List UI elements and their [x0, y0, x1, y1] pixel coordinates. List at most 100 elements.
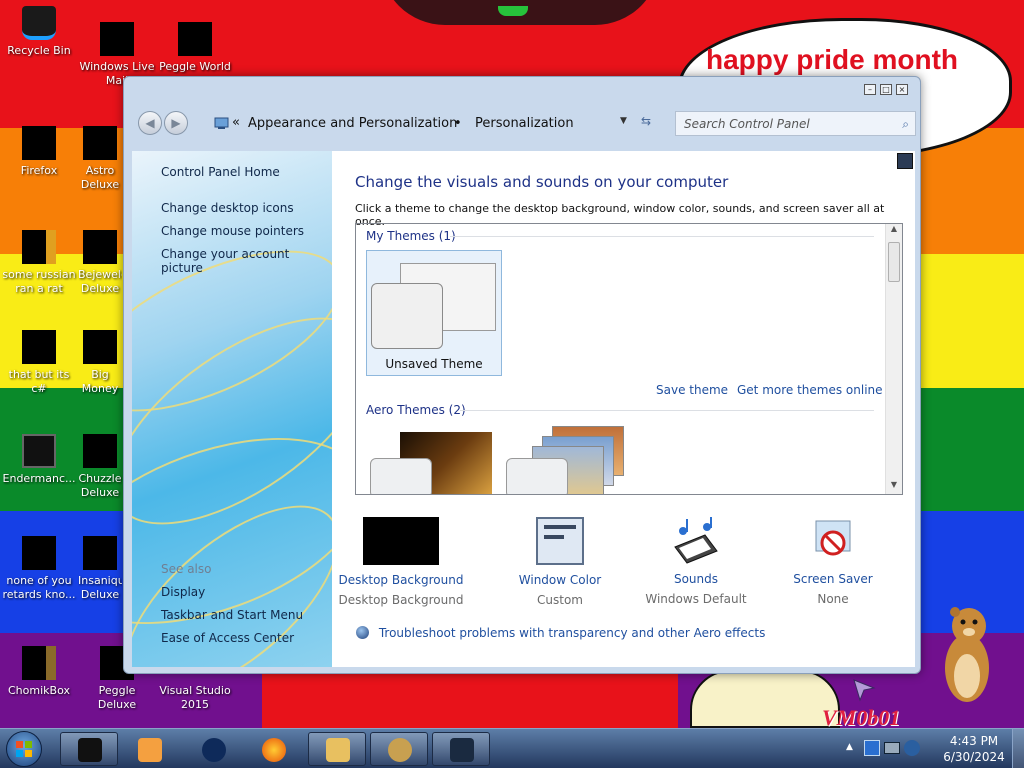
search-placeholder: Search Control Panel	[684, 117, 810, 131]
scroll-up-icon[interactable]: ▲	[886, 224, 902, 238]
desktop-icon-endermanch[interactable]: Endermanc...	[0, 434, 78, 486]
group-divider	[450, 236, 874, 237]
theme-list: My Themes (1) Unsaved Theme Save theme G…	[355, 223, 903, 495]
my-themes-header: My Themes (1)	[366, 229, 456, 243]
see-also-heading: See also	[161, 562, 212, 576]
taskbar-button-explorer[interactable]	[308, 732, 366, 766]
desktop-icon-label: Astro Deluxe	[80, 164, 120, 191]
left-pane: Control Panel Home Change desktop icons …	[132, 151, 332, 667]
display-link[interactable]: Display	[161, 585, 205, 599]
big-money-icon	[83, 330, 117, 364]
sounds-value: Windows Default	[645, 592, 747, 606]
browser-icon	[202, 738, 226, 762]
save-theme-link[interactable]: Save theme	[656, 383, 728, 397]
recycle-bin-icon	[22, 6, 56, 40]
troubleshoot-row: Troubleshoot problems with transparency …	[356, 626, 765, 640]
sounds-option[interactable]: Sounds Windows Default	[626, 517, 766, 606]
screen-saver-label[interactable]: Screen Saver	[763, 572, 903, 586]
taskbar-button-app[interactable]	[432, 732, 490, 766]
unsaved-theme-tile[interactable]: Unsaved Theme	[366, 250, 502, 376]
clock[interactable]: 4:43 PM 6/30/2024	[934, 733, 1014, 765]
window-color-option[interactable]: Window Color Custom	[490, 517, 630, 607]
control-panel-home-link[interactable]: Control Panel Home	[161, 165, 280, 179]
task-icon	[78, 738, 102, 762]
desktop-icon-csharp[interactable]: that but its c#	[0, 330, 78, 396]
breadcrumb-overflow[interactable]: «	[232, 115, 240, 130]
theme-list-scrollbar[interactable]: ▲ ▼	[885, 224, 902, 494]
desktop-background-label[interactable]: Desktop Background	[331, 573, 471, 587]
desktop-icon-recycle-bin[interactable]: Recycle Bin	[0, 6, 78, 58]
scrollbar-thumb[interactable]	[888, 242, 900, 282]
tray-chevron-icon[interactable]: ▲	[846, 742, 853, 752]
search-icon[interactable]: ⌕	[902, 117, 909, 132]
document-icon	[22, 536, 56, 570]
desktop-icon-peggle-world[interactable]: Peggle World	[156, 22, 234, 74]
get-more-themes-link[interactable]: Get more themes online	[737, 383, 883, 397]
desktop-icon-russian-rat[interactable]: some russian ran a rat	[0, 230, 78, 296]
theme-preview-front	[506, 458, 568, 494]
search-input[interactable]: Search Control Panel ⌕	[675, 111, 916, 136]
back-button[interactable]: ◀	[138, 111, 162, 135]
forward-button[interactable]: ▶	[164, 111, 188, 135]
sounds-label[interactable]: Sounds	[626, 572, 766, 586]
aero-theme-tile-1[interactable]	[370, 428, 494, 494]
desktop-icon-label: Firefox	[20, 164, 58, 177]
desktop-icon-chuzzle[interactable]: Chuzzle Deluxe	[78, 434, 122, 500]
navigation-bar: ◀ ▶ « Appearance and Personalization • P…	[130, 105, 916, 141]
window-titlebar[interactable]: – □ ×	[124, 77, 920, 105]
taskbar-button-control-panel[interactable]	[370, 732, 428, 766]
breadcrumb-appearance[interactable]: Appearance and Personalization	[248, 116, 457, 131]
wallpaper-red-patch	[262, 672, 678, 728]
desktop-icon-label: Endermanc...	[2, 472, 76, 485]
desktop-icon-insaniquarium[interactable]: Insaniquarium Deluxe	[78, 536, 122, 602]
taskbar-button-firefox[interactable]	[244, 732, 302, 766]
sounds-icon	[674, 517, 718, 564]
refresh-icon[interactable]: ⇆	[641, 114, 651, 128]
desktop-background-icon	[363, 517, 439, 565]
desktop-icon-firefox[interactable]: Firefox	[0, 126, 78, 178]
speech-bubble-text: happy pride month	[706, 44, 958, 75]
tray-app-icon[interactable]	[864, 740, 880, 756]
peggle-world-icon	[178, 22, 212, 56]
show-desktop-button[interactable]	[1012, 729, 1024, 768]
chevron-down-icon[interactable]: ▼	[620, 116, 627, 126]
desktop-icon-astro[interactable]: Astro Deluxe	[78, 126, 122, 192]
taskbar: ▲ 4:43 PM 6/30/2024	[0, 728, 1024, 768]
maximize-button[interactable]: □	[880, 84, 892, 95]
taskbar-button-media-player[interactable]	[120, 732, 178, 766]
windows-logo-icon	[16, 741, 32, 757]
window-color-label[interactable]: Window Color	[490, 573, 630, 587]
taskbar-button-ie[interactable]	[184, 732, 242, 766]
breadcrumb-personalization[interactable]: Personalization	[475, 116, 574, 131]
change-desktop-icons-link[interactable]: Change desktop icons	[161, 201, 294, 215]
window-color-value: Custom	[537, 593, 583, 607]
media-player-icon	[138, 738, 162, 762]
watermark-text: VM0b01	[822, 705, 901, 728]
close-button[interactable]: ×	[896, 84, 908, 95]
desktop-icon-big-money[interactable]: Big Money Deluxe	[78, 330, 122, 396]
chomikbox-icon	[22, 646, 56, 680]
taskbar-button-recycle[interactable]	[60, 732, 118, 766]
tray-status-icon[interactable]	[904, 740, 920, 756]
desktop-icon-label: none of you retards kno...	[2, 574, 76, 601]
desktop-background-option[interactable]: Desktop Background Desktop Background	[331, 517, 471, 607]
unsaved-theme-label: Unsaved Theme	[385, 357, 483, 371]
troubleshoot-link[interactable]: Troubleshoot problems with transparency …	[379, 626, 766, 640]
start-button[interactable]	[6, 731, 42, 767]
windows-live-mail-icon	[100, 22, 134, 56]
taskbar-start-menu-link[interactable]: Taskbar and Start Menu	[161, 608, 303, 622]
breadcrumb: « Appearance and Personalization • Perso…	[208, 111, 668, 136]
change-account-picture-link[interactable]: Change your account picture	[161, 247, 332, 275]
aero-theme-tile-2[interactable]	[506, 424, 630, 494]
desktop-icon-none-of-you[interactable]: none of you retards kno...	[0, 536, 78, 602]
screen-saver-option[interactable]: Screen Saver None	[763, 517, 903, 606]
help-icon[interactable]	[897, 153, 913, 169]
ease-of-access-link[interactable]: Ease of Access Center	[161, 631, 294, 645]
change-mouse-pointers-link[interactable]: Change mouse pointers	[161, 224, 304, 238]
desktop-icon-bejeweled[interactable]: Bejeweled Deluxe	[78, 230, 122, 296]
scroll-down-icon[interactable]: ▼	[886, 480, 902, 494]
screen-saver-icon	[815, 520, 851, 556]
desktop-icon-chomikbox[interactable]: ChomikBox	[0, 646, 78, 698]
minimize-button[interactable]: –	[864, 84, 876, 95]
network-icon[interactable]	[884, 742, 900, 754]
